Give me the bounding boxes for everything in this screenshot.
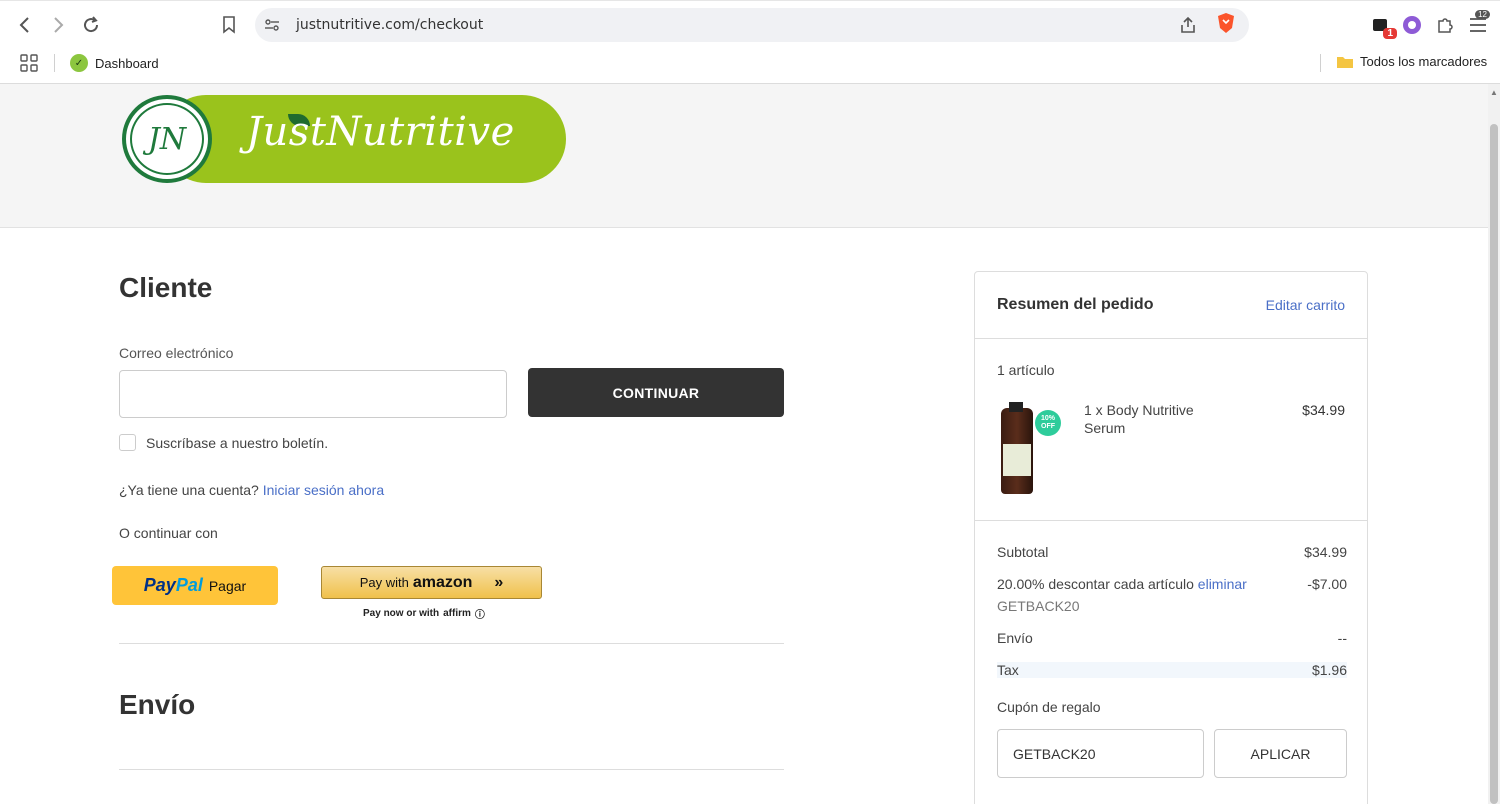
browser-toolbar: justnutritive.com/checkout 12 1 [0,0,1500,48]
discount-row: 20.00% descontar cada artículo eliminar … [997,576,1347,592]
shipping-value: -- [1337,630,1347,646]
info-icon[interactable]: ⓘ [475,606,485,621]
order-summary: Resumen del pedido Editar carrito 1 artí… [974,271,1368,804]
dashboard-favicon: ✓ [70,54,88,72]
summary-divider [975,520,1367,521]
coupon-label: Cupón de regalo [997,699,1101,715]
or-continue-label: O continuar con [119,525,218,541]
sign-in-link[interactable]: Iniciar sesión ahora [263,482,384,498]
apply-coupon-button[interactable]: APLICAR [1214,729,1347,778]
tax-row: Tax $1.96 [997,662,1347,678]
account-prompt-text: ¿Ya tiene una cuenta? [119,482,259,498]
amazon-prefix: Pay with [359,575,409,590]
section-divider [119,769,784,770]
affirm-note: Pay now or with affirm ⓘ [363,606,485,621]
logo-text: JustNutritive [246,109,515,155]
discount-label-group: 20.00% descontar cada artículo eliminar [997,576,1247,592]
email-label: Correo electrónico [119,345,234,361]
shipping-row: Envío -- [997,630,1347,646]
address-bar[interactable]: justnutritive.com/checkout [255,8,1249,42]
profile-extension-icon[interactable] [1400,13,1424,37]
product-price: $34.99 [1302,402,1345,418]
folder-icon [1337,56,1353,68]
paypal-action-label: Pagar [208,577,247,594]
chevron-right-icon: » [494,573,504,591]
coupon-input[interactable] [997,729,1204,778]
scrollbar-thumb[interactable] [1490,124,1498,804]
bookmark-separator [1320,54,1321,72]
share-icon[interactable] [1179,16,1197,39]
extensions-puzzle-icon[interactable] [1433,13,1457,37]
newsletter-checkbox[interactable] [119,434,136,451]
product-image: 10% OFF [999,402,1063,496]
extension-badge: 1 [1383,28,1397,39]
bookmark-separator [54,54,55,72]
subtotal-value: $34.99 [1304,544,1347,560]
affirm-text: Pay now or with [363,608,440,619]
bookmarks-bar: ✓ Dashboard Todos los marcadores [0,48,1500,84]
amazon-logo: amazon [412,573,473,591]
product-name: 1 x Body Nutritive Serum [1084,402,1194,436]
product-bottle-label [1003,444,1031,476]
edit-cart-link[interactable]: Editar carrito [1266,297,1345,313]
order-summary-title: Resumen del pedido [997,296,1154,313]
tax-label: Tax [997,662,1019,678]
logo-monogram-circle: JN [122,95,212,183]
continue-button[interactable]: CONTINUAR [528,368,784,417]
account-prompt: ¿Ya tiene una cuenta? Iniciar sesión aho… [119,482,384,498]
remove-discount-link[interactable]: eliminar [1198,576,1247,592]
discount-code-row: GETBACK20 [997,598,1347,614]
back-icon[interactable] [13,13,37,37]
site-settings-icon[interactable] [264,17,280,38]
discount-label: 20.00% descontar cada artículo [997,576,1194,592]
scroll-up-icon[interactable]: ▲ [1490,88,1498,97]
apps-grid-icon[interactable] [20,54,38,77]
shipping-heading: Envío [119,689,196,720]
bookmark-all-label: Todos los marcadores [1360,54,1488,69]
discount-badge: 10% OFF [1035,410,1061,436]
forward-icon[interactable] [46,13,70,37]
discount-code: GETBACK20 [997,598,1080,614]
shipping-label: Envío [997,630,1033,646]
reload-icon[interactable] [79,13,103,37]
bookmark-dashboard[interactable]: ✓ Dashboard [70,54,159,72]
item-count: 1 artículo [997,362,1055,378]
tax-value: $1.96 [1311,662,1347,678]
affirm-logo: affirm [443,608,471,619]
site-header: JN JustNutritive [0,84,1488,228]
extension-icon[interactable]: 1 [1369,13,1397,39]
customer-heading: Cliente [119,272,213,303]
newsletter-label: Suscríbase a nuestro boletín. [146,434,329,451]
bookmark-icon[interactable] [217,13,241,37]
paypal-logo: PayPal [143,575,203,595]
justnutritive-logo[interactable]: JN JustNutritive [122,95,566,183]
summary-divider [975,338,1367,339]
logo-monogram: JN [130,103,204,175]
newsletter-option[interactable]: Suscríbase a nuestro boletín. [119,434,328,451]
bookmark-all-folder[interactable]: Todos los marcadores [1336,54,1487,69]
discount-value: -$7.00 [1307,576,1347,592]
bookmark-dashboard-label: Dashboard [95,55,159,71]
subtotal-label: Subtotal [997,544,1049,560]
url-text[interactable]: justnutritive.com/checkout [296,17,483,33]
menu-icon[interactable] [1466,13,1490,37]
subtotal-row: Subtotal $34.99 [997,544,1347,560]
paypal-button[interactable]: PayPal Pagar [112,566,278,605]
amazon-pay-button[interactable]: Pay with amazon » [321,566,542,599]
email-field[interactable] [119,370,507,418]
product-bottle-cap [1009,402,1023,412]
page-scrollbar[interactable]: ▲ [1488,84,1500,804]
section-divider [119,643,784,644]
